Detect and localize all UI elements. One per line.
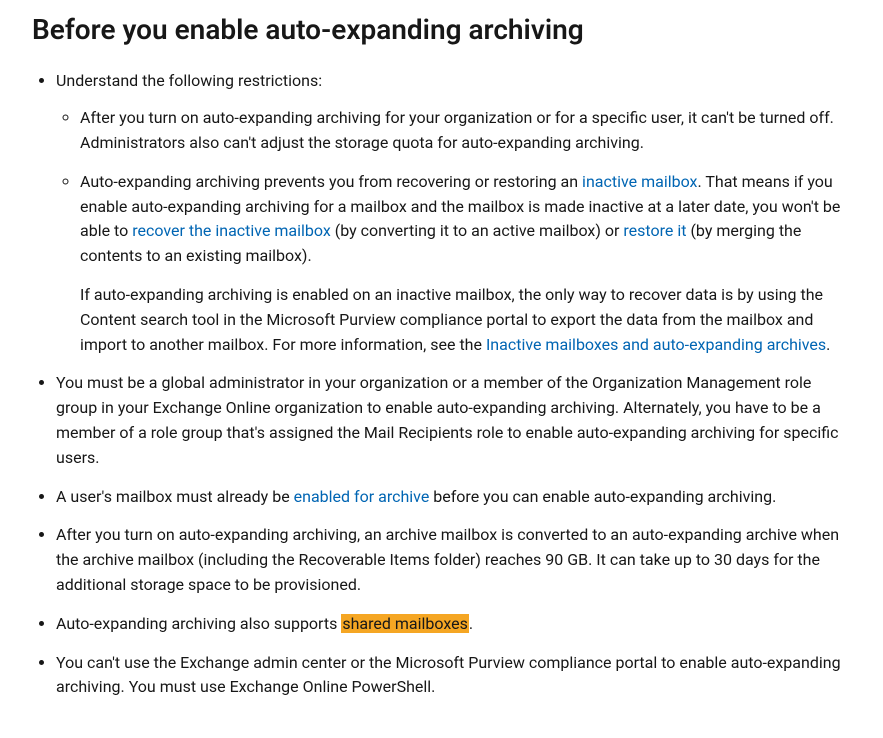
recover-inactive-mailbox-link[interactable]: recover the inactive mailbox (132, 221, 331, 240)
list-item: Auto-expanding archiving prevents you fr… (80, 170, 851, 358)
body-text: After you turn on auto-expanding archivi… (80, 108, 834, 152)
section-heading: Before you enable auto-expanding archivi… (32, 8, 851, 51)
body-text: You must be a global administrator in yo… (56, 373, 838, 466)
body-text: Auto-expanding archiving prevents you fr… (80, 172, 582, 191)
intro-text: Understand the following restrictions: (56, 71, 322, 90)
body-text: (by converting it to an active mailbox) … (331, 221, 624, 240)
body-text: You can't use the Exchange admin center … (56, 653, 841, 697)
inactive-mailboxes-archives-link[interactable]: Inactive mailboxes and auto-expanding ar… (486, 335, 826, 354)
list-item: Auto-expanding archiving also supports s… (56, 612, 851, 637)
body-text: . (826, 335, 830, 354)
paragraph: If auto-expanding archiving is enabled o… (80, 283, 851, 357)
list-item: You must be a global administrator in yo… (56, 371, 851, 470)
body-text: After you turn on auto-expanding archivi… (56, 525, 839, 594)
list-item: Understand the following restrictions: A… (56, 69, 851, 357)
restrictions-list: Understand the following restrictions: A… (32, 69, 851, 700)
body-text: before you can enable auto-expanding arc… (429, 487, 776, 506)
body-text: Auto-expanding archiving also supports (56, 614, 341, 633)
inactive-mailbox-link[interactable]: inactive mailbox (582, 172, 697, 191)
sub-list: After you turn on auto-expanding archivi… (56, 106, 851, 357)
restore-it-link[interactable]: restore it (623, 221, 686, 240)
highlighted-text: shared mailboxes (341, 614, 469, 633)
list-item: A user's mailbox must already be enabled… (56, 485, 851, 510)
list-item: After you turn on auto-expanding archivi… (80, 106, 851, 156)
list-item: After you turn on auto-expanding archivi… (56, 523, 851, 597)
body-text: . (469, 614, 473, 633)
list-item: You can't use the Exchange admin center … (56, 651, 851, 701)
enabled-for-archive-link[interactable]: enabled for archive (294, 487, 430, 506)
body-text: A user's mailbox must already be (56, 487, 294, 506)
